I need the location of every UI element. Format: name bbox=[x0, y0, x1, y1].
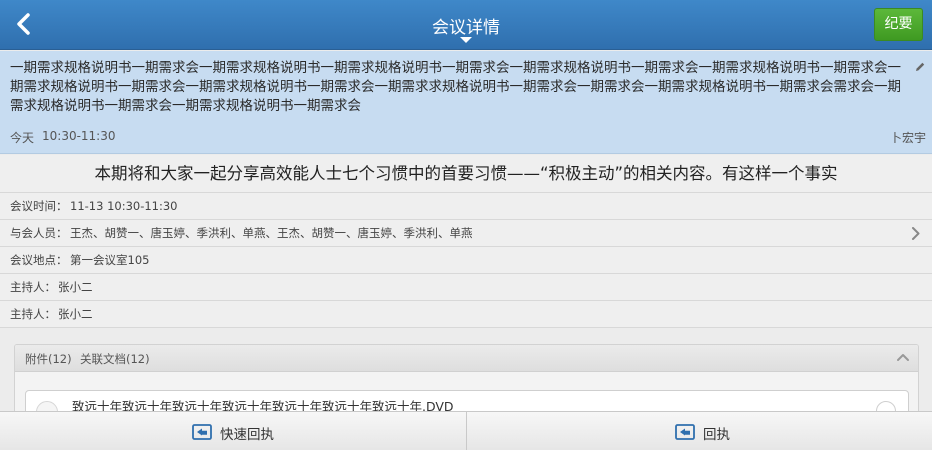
meeting-day: 今天 bbox=[10, 131, 35, 145]
row-location: 会议地点： 第一会议室105 bbox=[0, 247, 932, 274]
host-label-2: 主持人： bbox=[10, 307, 56, 321]
quick-reply-button[interactable]: 快速回执 bbox=[0, 412, 466, 450]
reply-label: 回执 bbox=[703, 427, 730, 443]
row-host: 主持人： 张小二 bbox=[0, 274, 932, 301]
row-attendees[interactable]: 与会人员： 王杰、胡赞一、唐玉婷、季洪利、单燕、王杰、胡赞一、唐玉婷、季洪利、单… bbox=[0, 220, 932, 247]
chevron-right-icon bbox=[912, 227, 920, 240]
attachments-header: 附件(12) 关联文档(12) bbox=[15, 345, 918, 372]
host-label: 主持人： bbox=[10, 280, 56, 294]
location-label: 会议地点： bbox=[10, 253, 68, 267]
reply-button[interactable]: 回执 bbox=[467, 412, 932, 450]
meeting-title: 一期需求规格说明书一期需求会一期需求规格说明书一期需求规格说明书一期需求会一期需… bbox=[10, 60, 901, 114]
meeting-summary: 本期将和大家一起分享高效能人士七个习惯中的首要习惯——“积极主动”的相关内容。有… bbox=[0, 155, 932, 193]
host-value: 张小二 bbox=[58, 280, 93, 294]
reply-icon bbox=[675, 424, 695, 440]
meeting-time: 10:30-11:30 bbox=[42, 129, 116, 143]
attendees-label: 与会人员： bbox=[10, 226, 68, 240]
row-host-2: 主持人： 张小二 bbox=[0, 301, 932, 328]
host-value-2: 张小二 bbox=[58, 307, 93, 321]
meeting-time-value: 11-13 10:30-11:30 bbox=[70, 199, 178, 213]
header-bar: 会议详情 纪要 bbox=[0, 0, 932, 50]
reply-icon bbox=[192, 424, 212, 440]
attendees-value: 王杰、胡赞一、唐玉婷、季洪利、单燕、王杰、胡赞一、唐玉婷、季洪利、单燕 bbox=[70, 226, 473, 240]
tab-related-docs[interactable]: 关联文档(12) bbox=[80, 351, 150, 367]
bottom-action-bar: 快速回执 回执 bbox=[0, 411, 932, 450]
minutes-button[interactable]: 纪要 bbox=[874, 8, 923, 41]
meeting-time-label: 会议时间： bbox=[10, 199, 68, 213]
pencil-icon[interactable] bbox=[914, 61, 926, 73]
location-value: 第一会议室105 bbox=[70, 253, 150, 267]
caret-down-icon[interactable] bbox=[460, 37, 472, 43]
meeting-info: 一期需求规格说明书一期需求会一期需求规格说明书一期需求规格说明书一期需求会一期需… bbox=[0, 51, 932, 154]
row-meeting-time: 会议时间： 11-13 10:30-11:30 bbox=[0, 193, 932, 220]
chevron-up-icon[interactable] bbox=[896, 352, 910, 362]
meeting-author: 卜宏宇 bbox=[889, 131, 926, 145]
quick-reply-label: 快速回执 bbox=[220, 427, 274, 443]
tab-attachments[interactable]: 附件(12) bbox=[25, 351, 72, 367]
page-title[interactable]: 会议详情 bbox=[0, 13, 932, 38]
